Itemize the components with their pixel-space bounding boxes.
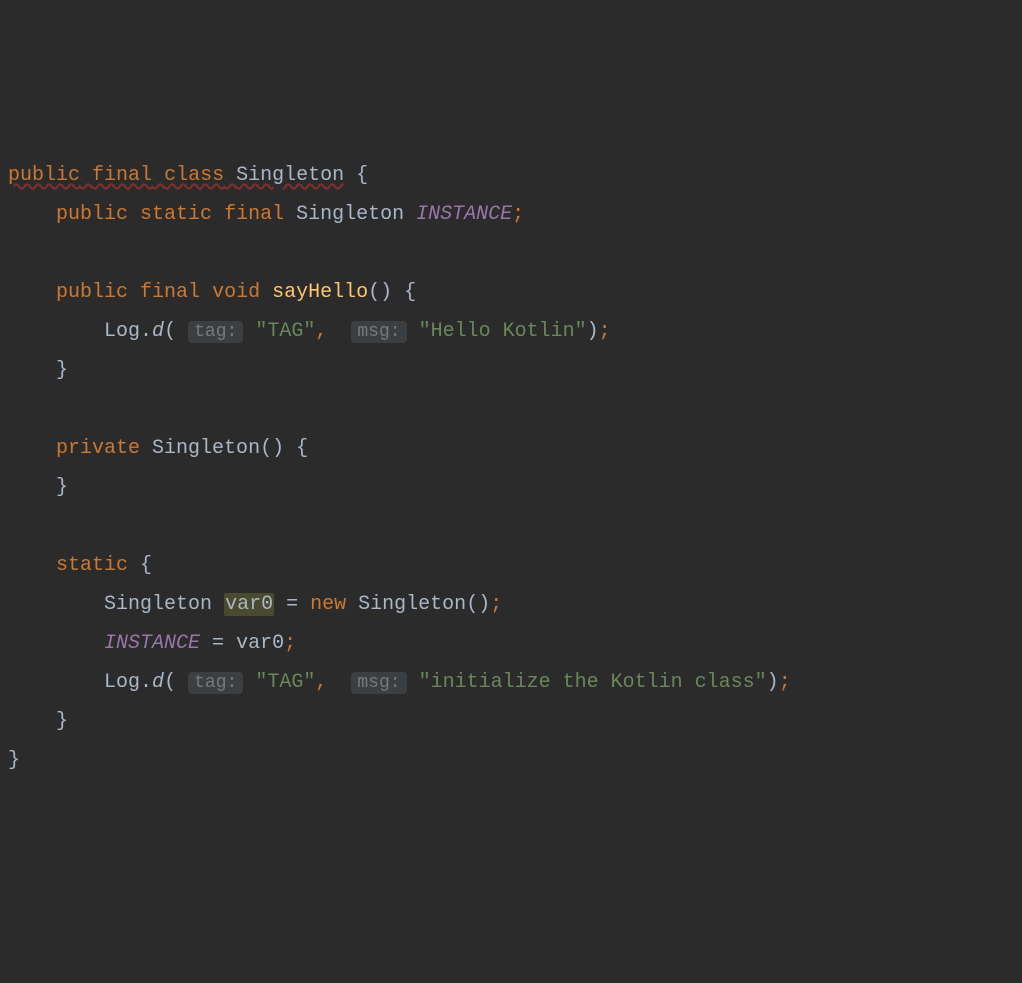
comma: , [315, 671, 327, 694]
param-hint-msg: msg: [351, 672, 406, 694]
dot: . [140, 320, 152, 343]
call-class: Log [104, 671, 140, 694]
keyword-new: new [310, 593, 346, 616]
constructor-name: Singleton [152, 437, 260, 460]
code-line-9: } [8, 468, 1014, 507]
code-line-5: Log.d( tag: "TAG", msg: "Hello Kotlin"); [8, 312, 1014, 351]
field-name: INSTANCE [416, 203, 512, 226]
semicolon: ; [599, 320, 611, 343]
string-literal: "TAG" [255, 671, 315, 694]
semicolon: ; [490, 593, 502, 616]
code-editor[interactable]: public final class Singleton { public st… [8, 156, 1014, 780]
parens: () [466, 593, 490, 616]
string-literal: "initialize the Kotlin class" [419, 671, 767, 694]
paren-open: ( [164, 320, 176, 343]
call-class: Log [104, 320, 140, 343]
comma: , [315, 320, 327, 343]
keyword-public: public [56, 203, 128, 226]
variable: var0 [236, 632, 284, 655]
semicolon: ; [779, 671, 791, 694]
brace-open: { [140, 554, 152, 577]
param-hint-tag: tag: [188, 672, 243, 694]
paren-close: ) [587, 320, 599, 343]
equals: = [212, 632, 224, 655]
keyword-class: class [164, 164, 224, 187]
keyword-final: final [92, 164, 152, 187]
keyword-private: private [56, 437, 140, 460]
call-method: d [152, 320, 164, 343]
code-line-14: Log.d( tag: "TAG", msg: "initialize the … [8, 663, 1014, 702]
code-line-6: } [8, 351, 1014, 390]
code-line-blank [8, 507, 1014, 546]
brace-close: } [56, 359, 68, 382]
paren-open: ( [164, 671, 176, 694]
keyword-public: public [8, 164, 80, 187]
method-name: sayHello [272, 281, 368, 304]
code-line-blank [8, 390, 1014, 429]
code-line-13: INSTANCE = var0; [8, 624, 1014, 663]
type-name: Singleton [104, 593, 212, 616]
parens: () [368, 281, 392, 304]
brace-close: } [8, 749, 20, 772]
string-literal: "Hello Kotlin" [419, 320, 587, 343]
code-line-15: } [8, 702, 1014, 741]
code-line-16: } [8, 741, 1014, 780]
semicolon: ; [284, 632, 296, 655]
code-line-1: public final class Singleton { [8, 156, 1014, 195]
call-method: d [152, 671, 164, 694]
keyword-public: public [56, 281, 128, 304]
code-line-2: public static final Singleton INSTANCE; [8, 195, 1014, 234]
type-name: Singleton [296, 203, 404, 226]
equals: = [286, 593, 298, 616]
parens: () [260, 437, 284, 460]
brace-open: { [404, 281, 416, 304]
keyword-final: final [224, 203, 284, 226]
brace-open: { [296, 437, 308, 460]
semicolon: ; [512, 203, 524, 226]
variable-highlighted: var0 [224, 593, 274, 616]
keyword-static: static [56, 554, 128, 577]
code-line-4: public final void sayHello() { [8, 273, 1014, 312]
code-line-11: static { [8, 546, 1014, 585]
code-line-8: private Singleton() { [8, 429, 1014, 468]
string-literal: "TAG" [255, 320, 315, 343]
constructor-call: Singleton [358, 593, 466, 616]
code-line-12: Singleton var0 = new Singleton(); [8, 585, 1014, 624]
brace-close: } [56, 476, 68, 499]
brace-close: } [56, 710, 68, 733]
param-hint-msg: msg: [351, 321, 406, 343]
field-name: INSTANCE [104, 632, 200, 655]
dot: . [140, 671, 152, 694]
keyword-void: void [212, 281, 260, 304]
paren-close: ) [767, 671, 779, 694]
param-hint-tag: tag: [188, 321, 243, 343]
class-name: Singleton [236, 164, 344, 187]
code-line-blank [8, 234, 1014, 273]
brace-open: { [356, 164, 368, 187]
keyword-final: final [140, 281, 200, 304]
keyword-static: static [140, 203, 212, 226]
